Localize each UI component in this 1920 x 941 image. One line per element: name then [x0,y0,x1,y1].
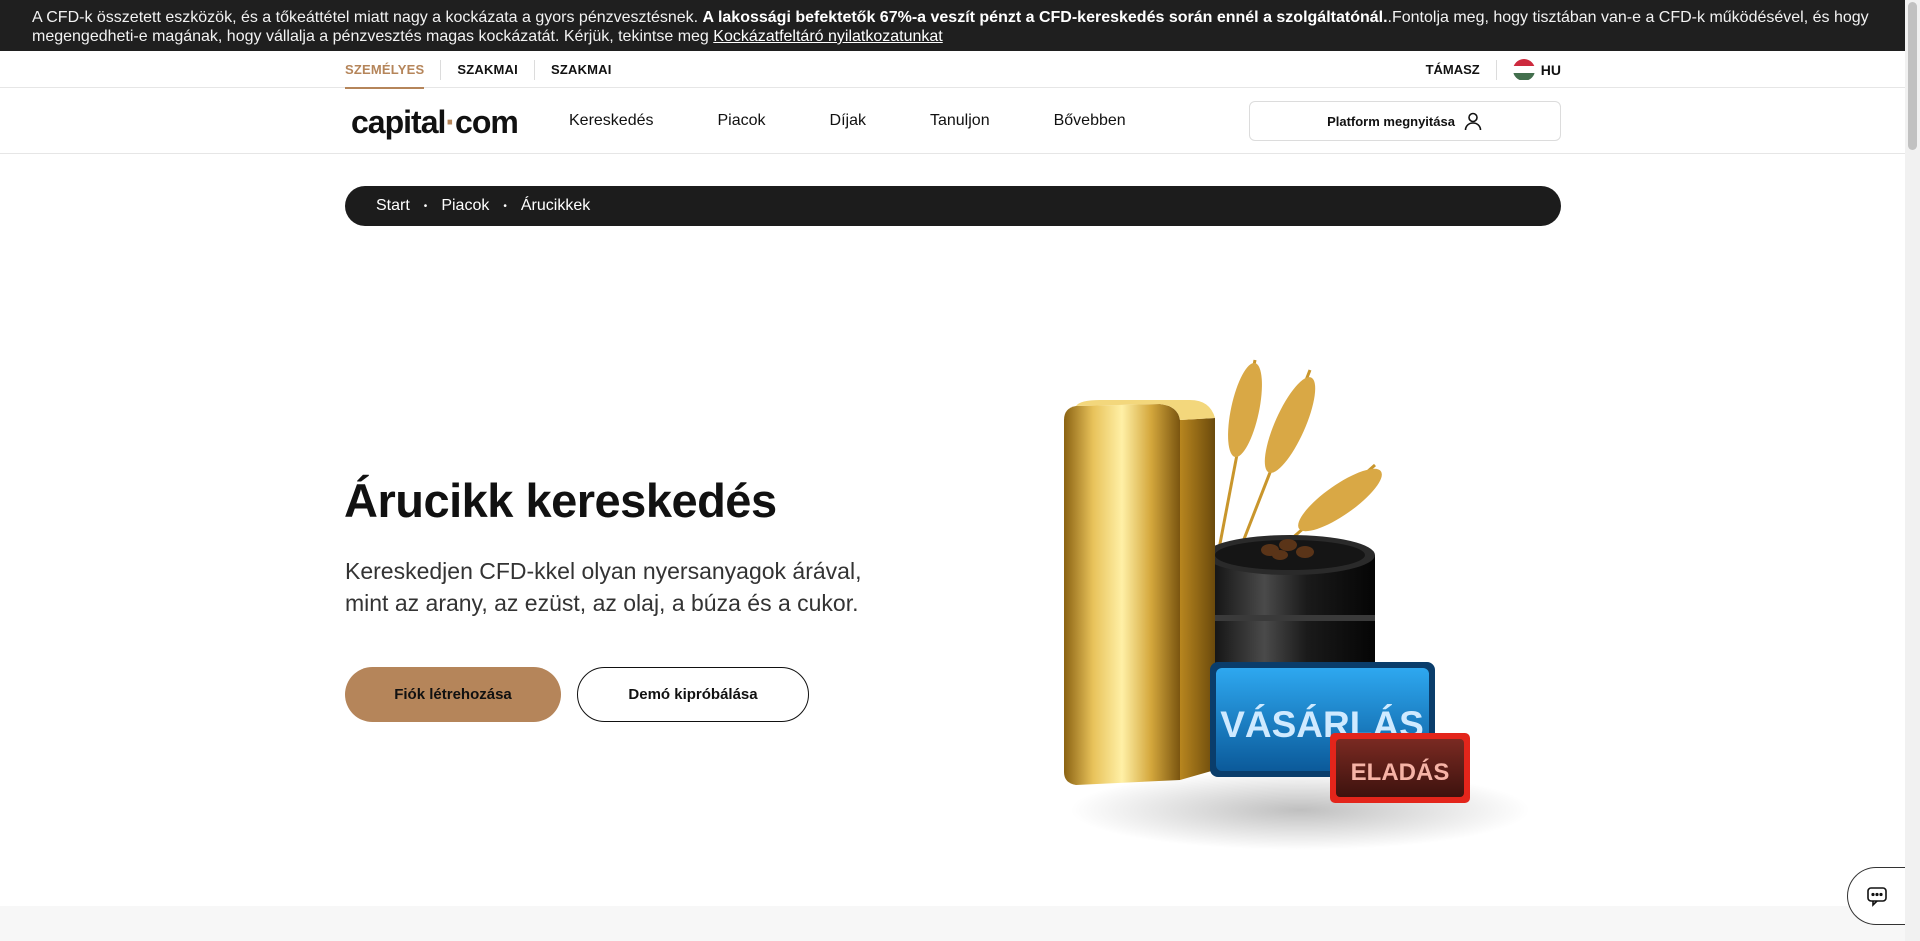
breadcrumb-commodities: Árucikkek [520,197,591,214]
language-code: HU [1540,61,1561,78]
breadcrumb-separator: • [423,200,428,212]
nav-markets[interactable]: Piacok [718,112,766,130]
logo-dot: · [445,104,456,140]
logo-text-right: com [455,104,519,140]
audience-switcher: SZEMÉLYES SZAKMAI SZAKMAI [345,51,628,89]
logo-text-left: capital [351,104,446,140]
scrollbar-thumb[interactable] [1908,2,1917,150]
breadcrumb-separator: • [503,200,507,212]
page-scrollbar[interactable] [1905,0,1920,941]
chat-widget-button[interactable] [1847,867,1905,925]
breadcrumb-start[interactable]: Start [376,197,410,215]
commodities-illustration: VÁSÁRLÁS ELADÁS [1064,359,1530,850]
next-section-edge [0,906,1905,941]
risk-warning-banner: A CFD-k összetett eszközök, és a tőkeátt… [0,0,1905,51]
try-demo-button[interactable]: Demó kipróbálása [577,667,809,722]
main-header: capital·com Kereskedés Piacok Díjak Tanu… [0,88,1905,154]
tab-professional-2[interactable]: SZAKMAI [533,59,628,80]
breadcrumb-markets[interactable]: Piacok [441,197,489,215]
hero-subtitle: Kereskedjen CFD-kkel olyan nyersanyagok … [345,558,862,616]
language-selector[interactable]: HU [1497,58,1561,81]
risk-text-bold: A lakossági befektetők 67%-a veszít pénz… [702,9,1388,26]
nav-trading[interactable]: Kereskedés [569,112,654,130]
sell-badge: ELADÁS [1330,733,1470,803]
tab-personal[interactable]: SZEMÉLYES [345,60,440,89]
risk-disclosure-link[interactable]: Kockázatfeltáró nyilatkozatunkat [713,28,942,45]
risk-text-intro: A CFD-k összetett eszközök, és a tőkeátt… [32,9,703,26]
user-icon [1464,112,1482,131]
create-account-button[interactable]: Fiók létrehozása [345,667,561,722]
main-nav: Kereskedés Piacok Díjak Tanuljon Bővebbe… [569,88,1190,154]
open-platform-button[interactable]: Platform megnyitása [1249,101,1561,141]
nav-learn[interactable]: Tanuljon [930,112,990,130]
capital-com-logo[interactable]: capital·com [351,104,519,141]
nav-more[interactable]: Bővebben [1054,112,1126,130]
tab-professional[interactable]: SZAKMAI [440,59,534,80]
gold-bar [1064,400,1215,785]
wheat-ears [1228,362,1382,532]
sell-label: ELADÁS [1351,758,1450,786]
hungary-flag-icon [1512,58,1535,81]
subnav-right: TÁMASZ HU [1426,51,1561,88]
audience-subnav: SZEMÉLYES SZAKMAI SZAKMAI TÁMASZ HU [0,51,1905,89]
open-platform-label: Platform megnyitása [1327,113,1455,129]
page-title: Árucikk kereskedés [344,474,777,527]
support-link[interactable]: TÁMASZ [1426,59,1497,80]
nav-fees[interactable]: Díjak [830,112,866,130]
breadcrumb: Start • Piacok • Árucikkek [345,186,1561,226]
chat-icon [1866,887,1887,907]
